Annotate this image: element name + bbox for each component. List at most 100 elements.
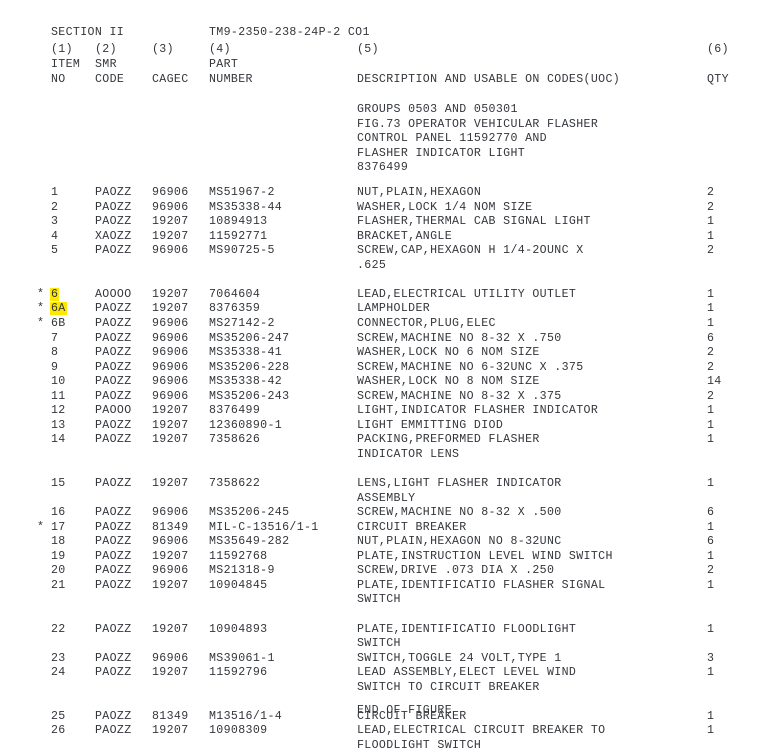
description-text: LIGHT,INDICATOR FLASHER INDICATOR xyxy=(357,404,599,418)
description-text: CIRCUIT BREAKER xyxy=(357,520,467,534)
description-text: LENS,LIGHT FLASHER INDICATOR xyxy=(357,477,562,490)
part-number: MS21318-9 xyxy=(209,564,275,578)
description-continuation: INDICATOR LENS xyxy=(357,447,460,461)
item-number: 5 xyxy=(51,244,59,258)
quantity-value: 1 xyxy=(707,709,715,723)
part-number: MS35338-42 xyxy=(209,375,283,389)
cagec-code: 96906 xyxy=(152,331,189,345)
part-number: 8376499 xyxy=(209,404,261,418)
smr-code: PAOZZ xyxy=(95,346,132,360)
quantity-value: 6 xyxy=(707,331,715,345)
description-text: LEAD ASSEMBLY,ELECT LEVEL WIND xyxy=(357,666,577,680)
quantity-value: 2 xyxy=(707,389,715,403)
part-number: 10904893 xyxy=(209,622,268,636)
item-number: 19 xyxy=(51,549,66,563)
description-text: SCREW,CAP,HEXAGON H 1/4-2OUNC X xyxy=(357,244,584,258)
description-text: LIGHT EMMITTING DIOD xyxy=(357,418,504,432)
cagec-code: 19207 xyxy=(152,724,189,738)
item-number: 17 xyxy=(51,520,66,534)
quantity-value: 2 xyxy=(707,200,715,214)
row-asterisk-marker: * xyxy=(37,520,45,534)
smr-code: PAOZZ xyxy=(95,535,132,549)
description-text: NUT,PLAIN,HEXAGON NO 8-32UNC xyxy=(357,535,562,549)
part-number: 10904845 xyxy=(209,578,268,592)
item-number: 21 xyxy=(51,578,66,592)
description-continuation: .625 xyxy=(357,258,387,272)
part-number: MS35338-41 xyxy=(209,346,283,360)
part-number: MS35206-243 xyxy=(209,389,290,403)
quantity-value: 1 xyxy=(707,215,715,229)
highlight-marker: 6A xyxy=(50,302,67,316)
description-continuation: SWITCH xyxy=(357,593,401,607)
item-number: 8 xyxy=(51,346,59,360)
quantity-value: 2 xyxy=(707,564,715,578)
quantity-value: 1 xyxy=(707,549,715,563)
description-text: LAMPHOLDER xyxy=(357,302,431,316)
smr-code: PAOZZ xyxy=(95,622,132,636)
cagec-code: 81349 xyxy=(152,709,189,723)
part-number: MS35338-44 xyxy=(209,200,283,214)
smr-code: PAOZZ xyxy=(95,709,132,723)
item-number: 22 xyxy=(51,622,66,636)
item-number: 11 xyxy=(51,389,66,403)
row-asterisk-marker: * xyxy=(37,302,45,316)
smr-code: AOOOO xyxy=(95,287,132,301)
parts-table: 1 PAOZZ 96906 MS51967-2 NUT,PLAIN,HEXAGON 2 2 P… xyxy=(0,0,771,752)
cagec-code: 19207 xyxy=(152,302,189,316)
item-number: 26 xyxy=(51,724,66,738)
description-continuation: ASSEMBLY xyxy=(357,491,416,505)
part-number: MS35206-228 xyxy=(209,360,290,374)
smr-code: PAOZZ xyxy=(95,316,132,330)
description-continuation: SWITCH xyxy=(357,637,401,651)
item-number: 24 xyxy=(51,666,66,680)
smr-code: PAOZZ xyxy=(95,564,132,578)
part-number: 11592768 xyxy=(209,549,268,563)
smr-code: PAOZZ xyxy=(95,418,132,432)
smr-code: PAOZZ xyxy=(95,651,132,665)
description-text: SCREW,MACHINE NO 8-32 X .375 xyxy=(357,389,562,403)
item-number: 6B xyxy=(51,316,66,330)
smr-code: PAOZZ xyxy=(95,360,132,374)
quantity-value: 1 xyxy=(707,724,715,738)
smr-code: PAOZZ xyxy=(95,477,132,490)
description-text: WASHER,LOCK NO 8 NOM SIZE xyxy=(357,375,540,389)
description-text: FLASHER,THERMAL CAB SIGNAL LIGHT xyxy=(357,215,591,229)
part-number: MS27142-2 xyxy=(209,316,275,330)
smr-code: PAOZZ xyxy=(95,200,132,214)
part-number: MS35206-245 xyxy=(209,506,290,520)
quantity-value: 1 xyxy=(707,520,715,534)
description-continuation: SWITCH TO CIRCUIT BREAKER xyxy=(357,680,540,694)
quantity-value: 6 xyxy=(707,506,715,520)
smr-code: PAOOO xyxy=(95,404,132,418)
smr-code: PAOZZ xyxy=(95,724,132,738)
cagec-code: 19207 xyxy=(152,404,189,418)
cagec-code: 19207 xyxy=(152,666,189,680)
cagec-code: 19207 xyxy=(152,433,189,447)
quantity-value: 1 xyxy=(707,666,715,680)
cagec-code: 19207 xyxy=(152,477,189,490)
part-number: MS51967-2 xyxy=(209,186,275,199)
quantity-value: 1 xyxy=(707,229,715,243)
row-asterisk-marker: * xyxy=(37,316,45,330)
quantity-value: 1 xyxy=(707,578,715,592)
item-number: 12 xyxy=(51,404,66,418)
description-text: PLATE,IDENTIFICATIO FLOODLIGHT xyxy=(357,622,577,636)
cagec-code: 96906 xyxy=(152,244,189,258)
row-asterisk-marker: * xyxy=(37,287,45,301)
smr-code: PAOZZ xyxy=(95,549,132,563)
description-text: SCREW,MACHINE NO 8-32 X .500 xyxy=(357,506,562,520)
quantity-value: 2 xyxy=(707,346,715,360)
item-number: 6 xyxy=(50,287,60,303)
part-number: MS35206-247 xyxy=(209,331,290,345)
cagec-code: 96906 xyxy=(152,200,189,214)
item-number: 3 xyxy=(51,215,59,229)
item-number: 1 xyxy=(51,186,59,199)
smr-code: PAOZZ xyxy=(95,578,132,592)
smr-code: PAOZZ xyxy=(95,375,132,389)
end-of-figure-label: END OF FIGURE xyxy=(357,704,452,717)
description-text: LEAD,ELECTRICAL CIRCUIT BREAKER TO xyxy=(357,724,606,738)
description-text: WASHER,LOCK NO 6 NOM SIZE xyxy=(357,346,540,360)
description-text: WASHER,LOCK 1/4 NOM SIZE xyxy=(357,200,533,214)
item-number: 23 xyxy=(51,651,66,665)
smr-code: PAOZZ xyxy=(95,244,132,258)
